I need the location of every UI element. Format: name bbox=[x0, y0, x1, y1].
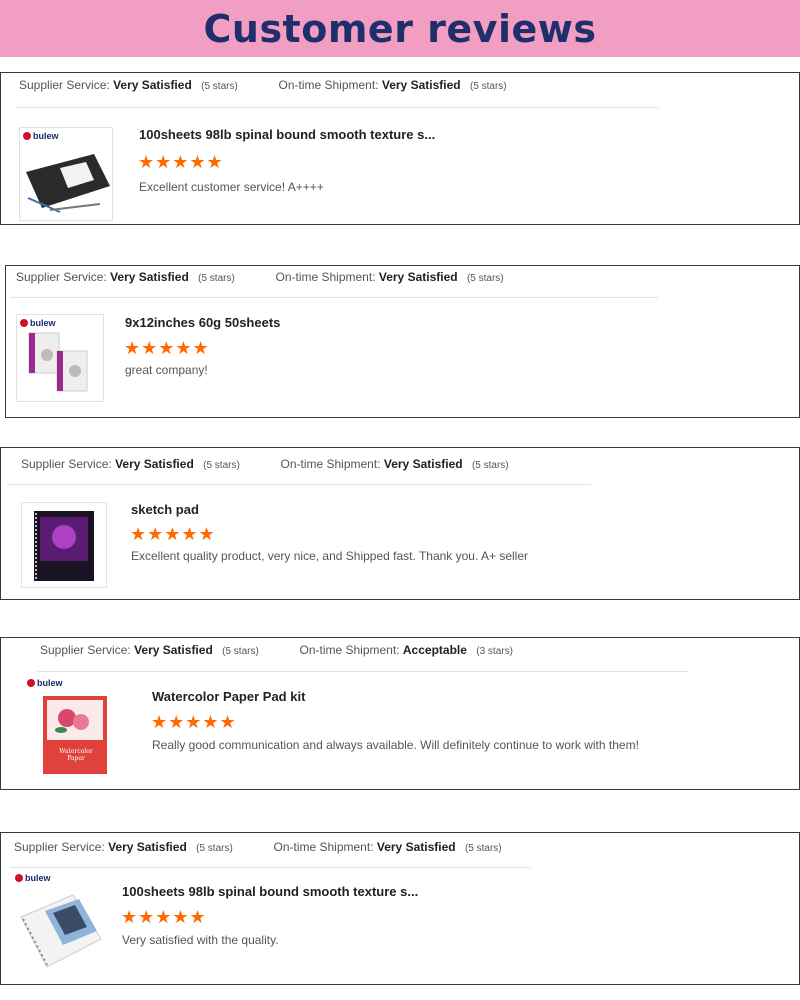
star-rating: ★★★★★ bbox=[151, 712, 237, 732]
cover-text: Watercolor Paper bbox=[59, 748, 93, 762]
product-title-link[interactable]: sketch pad bbox=[131, 502, 199, 517]
review-card: Supplier Service: Very Satisfied (5 star… bbox=[0, 447, 800, 600]
star-rating: ★★★★★ bbox=[121, 907, 207, 927]
product-thumbnail[interactable]: bulew bbox=[16, 314, 104, 402]
ontime-shipment-rating: Very Satisfied bbox=[376, 840, 456, 854]
supplier-service-stars: (5 stars) bbox=[198, 273, 235, 284]
page-banner: Customer reviews bbox=[0, 0, 800, 57]
supplier-service-rating: Very Satisfied bbox=[108, 840, 187, 854]
review-comment: Very satisfied with the quality. bbox=[122, 933, 279, 947]
review-comment: Excellent quality product, very nice, an… bbox=[131, 549, 529, 563]
supplier-service-rating: Very Satisfied bbox=[134, 643, 213, 657]
spiral-sketchbook-image bbox=[20, 894, 102, 968]
supplier-service-label: Supplier Service: bbox=[14, 840, 105, 854]
review-meta: Supplier Service: Very Satisfied (5 star… bbox=[16, 270, 504, 284]
product-thumbnail[interactable]: Watercolor Paper bbox=[35, 692, 117, 776]
review-meta: Supplier Service: Very Satisfied (5 star… bbox=[14, 840, 502, 854]
supplier-service-label: Supplier Service: bbox=[16, 270, 107, 284]
product-title-link[interactable]: Watercolor Paper Pad kit bbox=[152, 689, 305, 704]
review-meta: Supplier Service: Very Satisfied (5 star… bbox=[40, 643, 513, 657]
supplier-service-rating: Very Satisfied bbox=[115, 457, 194, 471]
page-title: Customer reviews bbox=[203, 6, 597, 51]
supplier-service-label: Supplier Service: bbox=[40, 643, 131, 657]
review-card: Supplier Service: Very Satisfied (5 star… bbox=[0, 72, 800, 225]
review-divider bbox=[10, 297, 658, 298]
ontime-shipment-stars: (5 stars) bbox=[471, 460, 509, 471]
supplier-service-rating: Very Satisfied bbox=[110, 270, 189, 284]
ontime-shipment-stars: (5 stars) bbox=[469, 81, 507, 92]
review-comment: Really good communication and always ava… bbox=[152, 738, 639, 752]
product-title-link[interactable]: 100sheets 98lb spinal bound smooth textu… bbox=[139, 127, 435, 142]
product-title-link[interactable]: 9x12inches 60g 50sheets bbox=[125, 315, 280, 330]
ontime-shipment-stars: (3 stars) bbox=[476, 646, 513, 657]
supplier-service-stars: (5 stars) bbox=[203, 460, 240, 471]
review-meta: Supplier Service: Very Satisfied (5 star… bbox=[21, 457, 509, 471]
star-rating: ★★★★★ bbox=[130, 524, 216, 544]
review-card: Supplier Service: Very Satisfied (5 star… bbox=[0, 637, 800, 790]
ontime-shipment-stars: (5 stars) bbox=[466, 273, 504, 284]
ontime-shipment-label: On-time Shipment: bbox=[280, 457, 381, 471]
review-card: Supplier Service: Very Satisfied (5 star… bbox=[0, 832, 800, 985]
ontime-shipment-label: On-time Shipment: bbox=[278, 78, 379, 92]
brand-logo: bulew bbox=[15, 873, 51, 883]
watercolor-pad-image bbox=[43, 696, 107, 774]
ontime-shipment-rating: Very Satisfied bbox=[383, 457, 463, 471]
ontime-shipment-stars: (5 stars) bbox=[464, 843, 502, 854]
review-divider bbox=[7, 484, 591, 485]
ontime-shipment-label: On-time Shipment: bbox=[275, 270, 376, 284]
star-rating: ★★★★★ bbox=[124, 338, 210, 358]
sketchbook-image bbox=[26, 154, 110, 213]
paper-pad-image bbox=[28, 332, 88, 392]
supplier-service-label: Supplier Service: bbox=[21, 457, 112, 471]
product-thumbnail[interactable] bbox=[21, 502, 107, 588]
review-card: Supplier Service: Very Satisfied (5 star… bbox=[5, 265, 800, 418]
review-divider bbox=[10, 867, 531, 868]
supplier-service-stars: (5 stars) bbox=[222, 646, 259, 657]
star-rating: ★★★★★ bbox=[138, 152, 224, 172]
product-thumbnail[interactable]: bulew bbox=[19, 127, 113, 221]
product-title-link[interactable]: 100sheets 98lb spinal bound smooth textu… bbox=[122, 884, 418, 899]
sketch-pad-image bbox=[34, 511, 94, 581]
ontime-shipment-label: On-time Shipment: bbox=[299, 643, 400, 657]
product-thumbnail[interactable] bbox=[15, 887, 107, 971]
supplier-service-label: Supplier Service: bbox=[19, 78, 110, 92]
ontime-shipment-rating: Acceptable bbox=[402, 643, 467, 657]
supplier-service-stars: (5 stars) bbox=[201, 81, 238, 92]
review-divider bbox=[15, 107, 659, 108]
brand-logo: bulew bbox=[27, 678, 63, 688]
review-meta: Supplier Service: Very Satisfied (5 star… bbox=[19, 78, 507, 92]
ontime-shipment-rating: Very Satisfied bbox=[378, 270, 458, 284]
review-comment: Excellent customer service! A++++ bbox=[139, 180, 324, 194]
ontime-shipment-rating: Very Satisfied bbox=[381, 78, 461, 92]
supplier-service-rating: Very Satisfied bbox=[113, 78, 192, 92]
supplier-service-stars: (5 stars) bbox=[196, 843, 233, 854]
ontime-shipment-label: On-time Shipment: bbox=[273, 840, 374, 854]
review-comment: great company! bbox=[125, 363, 208, 377]
review-divider bbox=[37, 671, 689, 672]
